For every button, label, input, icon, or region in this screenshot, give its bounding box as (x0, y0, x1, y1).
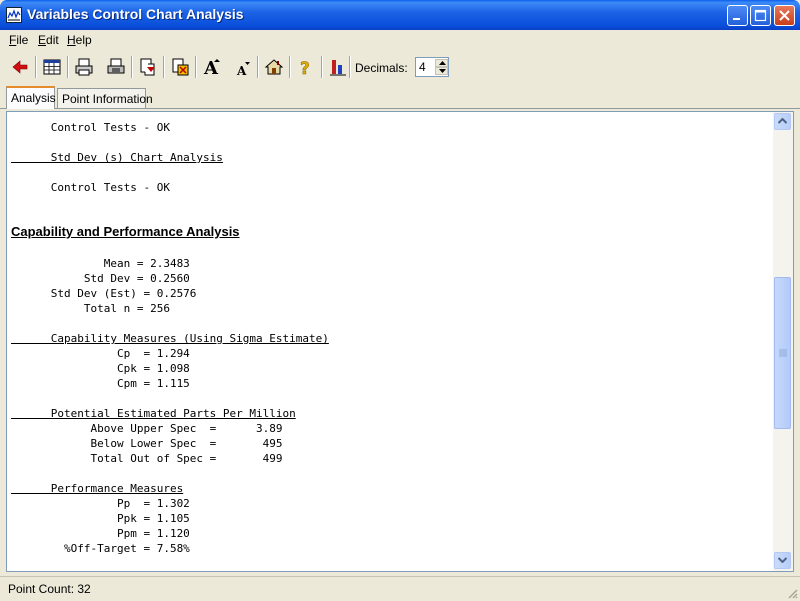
std-dev-line: Std Dev = 0.2560 (11, 272, 190, 285)
cp-line: Cp = 1.294 (11, 347, 190, 360)
total-n-line: Total n = 256 (11, 302, 170, 315)
decimals-spinner[interactable]: 4 (415, 57, 449, 77)
capability-measures-heading: Capability Measures (Using Sigma Estimat… (11, 332, 329, 345)
export-button[interactable] (168, 55, 192, 79)
window-title: Variables Control Chart Analysis (27, 6, 244, 22)
tab-point-information[interactable]: Point Information (57, 88, 153, 108)
decimals-value[interactable]: 4 (419, 60, 426, 74)
app-chart-icon[interactable] (6, 7, 22, 23)
svg-text:A: A (236, 64, 247, 77)
tab-strip: Analysis Point Information (0, 86, 800, 110)
point-count-status: Point Count: 32 (8, 582, 91, 596)
off-target-line: %Off-Target = 7.58% (11, 542, 190, 555)
spin-down-button[interactable] (435, 67, 448, 75)
report-line: Control Tests - OK (11, 121, 170, 134)
capability-section-heading: Capability and Performance Analysis (11, 224, 240, 239)
grid-icon (43, 59, 61, 75)
spin-up-button[interactable] (435, 59, 448, 67)
decimals-label: Decimals: (355, 61, 408, 75)
vertical-scrollbar[interactable] (773, 112, 793, 571)
std-dev-chart-heading: Std Dev (s) Chart Analysis (11, 151, 223, 164)
menu-edit[interactable]: Edit (38, 33, 59, 47)
print-preview-icon (107, 58, 125, 74)
tab-analysis[interactable]: Analysis (6, 86, 56, 109)
chevron-up-icon (778, 118, 787, 124)
chart-icon (330, 60, 346, 76)
cpk-line: Cpk = 1.098 (11, 362, 190, 375)
font-larger-icon: A (203, 58, 220, 77)
std-dev-est-line: Std Dev (Est) = 0.2576 (11, 287, 197, 300)
decimals-spin-buttons[interactable] (435, 59, 448, 75)
maximize-button[interactable] (750, 5, 771, 26)
home-icon (264, 59, 284, 75)
copy-icon (140, 58, 155, 76)
grip-icon (779, 349, 787, 357)
font-smaller-button[interactable]: A (230, 55, 254, 79)
resize-grip-icon[interactable] (786, 587, 798, 599)
mean-line: Mean = 2.3483 (11, 257, 190, 270)
cpm-line: Cpm = 1.115 (11, 377, 190, 390)
print-preview-button[interactable] (104, 55, 128, 79)
back-button[interactable] (8, 55, 32, 79)
scroll-down-button[interactable] (774, 552, 791, 569)
toolbar: A A ? Decimals: 4 (4, 52, 460, 82)
chart-button[interactable] (326, 55, 350, 79)
pp-line: Pp = 1.302 (11, 497, 190, 510)
ppm-heading: Potential Estimated Parts Per Million (11, 407, 296, 420)
below-lower-line: Below Lower Spec = 495 (11, 437, 283, 450)
report-pane[interactable]: Control Tests - OK Std Dev (s) Chart Ana… (6, 111, 794, 572)
home-button[interactable] (262, 55, 286, 79)
ppm-line: Ppm = 1.120 (11, 527, 190, 540)
font-larger-button[interactable]: A (200, 55, 224, 79)
status-bar: Point Count: 32 (0, 576, 800, 601)
grid-button[interactable] (40, 55, 64, 79)
help-button[interactable]: ? (294, 55, 318, 79)
close-button[interactable] (774, 5, 795, 26)
report-text: Control Tests - OK Std Dev (s) Chart Ana… (11, 120, 773, 570)
copy-button[interactable] (136, 55, 160, 79)
menu-file[interactable]: File (9, 33, 28, 47)
menu-bar: File Edit Help (0, 30, 800, 50)
back-icon (12, 60, 28, 74)
minimize-button[interactable] (727, 5, 748, 26)
print-button[interactable] (72, 55, 96, 79)
chevron-down-icon (778, 557, 787, 563)
above-upper-line: Above Upper Spec = 3.89 (11, 422, 283, 435)
export-icon (172, 58, 189, 76)
ppk-line: Ppk = 1.105 (11, 512, 190, 525)
print-icon (75, 58, 93, 76)
total-out-line: Total Out of Spec = 499 (11, 452, 283, 465)
performance-heading: Performance Measures (11, 482, 184, 495)
help-icon: ? (300, 59, 310, 77)
font-smaller-icon: A (236, 62, 250, 77)
report-line: Control Tests - OK (11, 181, 170, 194)
title-bar: Variables Control Chart Analysis (0, 0, 800, 30)
scroll-up-button[interactable] (774, 113, 791, 130)
scroll-thumb[interactable] (774, 277, 791, 429)
svg-text:?: ? (300, 59, 310, 77)
menu-help[interactable]: Help (67, 33, 92, 47)
